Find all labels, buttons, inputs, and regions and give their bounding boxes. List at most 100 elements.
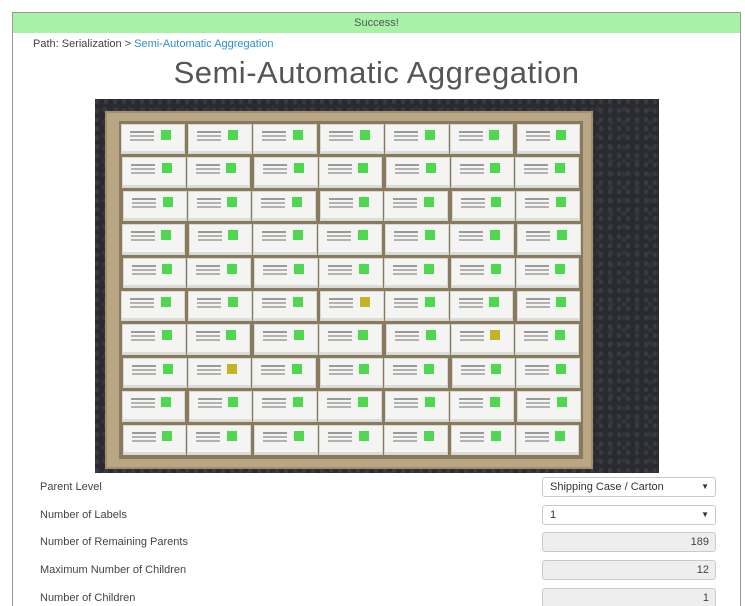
carton-text bbox=[327, 164, 352, 167]
carton-text bbox=[327, 331, 352, 334]
carton-text bbox=[131, 264, 156, 267]
carton bbox=[121, 291, 185, 322]
datamatrix-code bbox=[228, 230, 239, 241]
carton bbox=[254, 424, 319, 455]
carton bbox=[451, 424, 515, 455]
carton-text bbox=[196, 431, 221, 434]
carton bbox=[252, 190, 317, 222]
datamatrix-code bbox=[556, 297, 567, 307]
carton-text bbox=[392, 264, 417, 267]
carton-text bbox=[195, 331, 220, 334]
datamatrix-code bbox=[227, 196, 238, 207]
carton bbox=[450, 157, 515, 188]
number-of-labels-select[interactable]: 1 ▼ bbox=[542, 505, 716, 525]
carton-text bbox=[327, 231, 352, 234]
datamatrix-code bbox=[425, 230, 436, 241]
carton bbox=[319, 357, 384, 389]
datamatrix-code bbox=[227, 297, 238, 307]
datamatrix-code bbox=[359, 130, 370, 140]
carton bbox=[123, 190, 187, 222]
carton-text bbox=[197, 398, 222, 401]
carton-text bbox=[132, 364, 156, 367]
datamatrix-code bbox=[227, 130, 238, 140]
carton-text bbox=[261, 298, 286, 300]
datamatrix-code bbox=[162, 196, 173, 207]
carton bbox=[383, 257, 448, 288]
datamatrix-code bbox=[162, 263, 173, 274]
carton bbox=[122, 257, 187, 288]
carton bbox=[319, 257, 383, 288]
carton bbox=[253, 224, 318, 255]
carton bbox=[252, 291, 317, 322]
carton bbox=[449, 124, 514, 155]
carton bbox=[385, 391, 450, 422]
carton-text bbox=[460, 364, 485, 367]
datamatrix-code bbox=[556, 230, 567, 241]
breadcrumb-current[interactable]: Semi-Automatic Aggregation bbox=[134, 38, 273, 50]
datamatrix-code bbox=[293, 230, 304, 241]
carton bbox=[450, 391, 514, 422]
datamatrix-code bbox=[555, 263, 566, 274]
datamatrix-code bbox=[425, 397, 436, 408]
carton bbox=[188, 391, 253, 422]
datamatrix-code bbox=[228, 397, 239, 408]
carton-text bbox=[459, 398, 484, 401]
datamatrix-code bbox=[162, 363, 173, 374]
datamatrix-code bbox=[227, 363, 238, 374]
success-message: Success! bbox=[354, 17, 399, 29]
carton-text bbox=[263, 264, 288, 267]
carton bbox=[516, 124, 581, 155]
carton-text bbox=[524, 164, 549, 167]
carton-text bbox=[525, 197, 550, 200]
datamatrix-code bbox=[358, 330, 369, 341]
number-of-children-label: Number of Children bbox=[40, 592, 136, 604]
carton bbox=[318, 324, 383, 355]
datamatrix-code bbox=[293, 397, 304, 408]
carton bbox=[385, 224, 450, 255]
datamatrix-code bbox=[162, 430, 173, 441]
datamatrix-code bbox=[425, 163, 436, 174]
carton bbox=[451, 257, 515, 288]
carton-text bbox=[130, 131, 154, 133]
carton bbox=[515, 157, 579, 188]
max-children-label: Maximum Number of Children bbox=[40, 564, 187, 576]
carton bbox=[252, 357, 317, 389]
parent-level-select[interactable]: Shipping Case / Carton ▼ bbox=[542, 477, 716, 497]
carton bbox=[384, 124, 449, 155]
carton-text bbox=[328, 197, 353, 200]
carton bbox=[187, 357, 252, 389]
breadcrumb-root[interactable]: Serialization bbox=[62, 38, 122, 50]
carton-text bbox=[263, 431, 288, 434]
carton bbox=[385, 157, 450, 188]
carton bbox=[253, 324, 318, 355]
max-children-row: Maximum Number of Children 12 bbox=[13, 556, 740, 584]
carton bbox=[121, 224, 186, 255]
carton-text bbox=[394, 398, 419, 401]
carton-text bbox=[197, 231, 222, 234]
carton-text bbox=[393, 197, 418, 200]
carton-text bbox=[524, 331, 549, 334]
carton-text bbox=[329, 131, 354, 133]
datamatrix-code bbox=[489, 297, 500, 307]
datamatrix-code bbox=[226, 163, 237, 174]
datamatrix-code bbox=[425, 330, 436, 341]
carton bbox=[122, 324, 186, 355]
datamatrix-code bbox=[161, 230, 172, 241]
carton bbox=[449, 291, 514, 322]
carton-text bbox=[261, 364, 286, 367]
remaining-parents-row: Number of Remaining Parents 189 bbox=[13, 528, 740, 556]
carton-text bbox=[132, 197, 156, 200]
carton bbox=[450, 324, 515, 355]
datamatrix-code bbox=[490, 163, 501, 174]
datamatrix-code bbox=[358, 430, 369, 441]
datamatrix-code bbox=[292, 130, 303, 140]
datamatrix-code bbox=[554, 330, 565, 341]
carton-text bbox=[130, 398, 155, 401]
carton-text bbox=[197, 298, 222, 300]
max-children-field: 12 bbox=[542, 560, 716, 580]
datamatrix-code bbox=[423, 263, 434, 274]
carton-text bbox=[394, 231, 419, 234]
carton-text bbox=[327, 398, 352, 401]
carton bbox=[320, 124, 384, 155]
carton-text bbox=[460, 431, 485, 434]
